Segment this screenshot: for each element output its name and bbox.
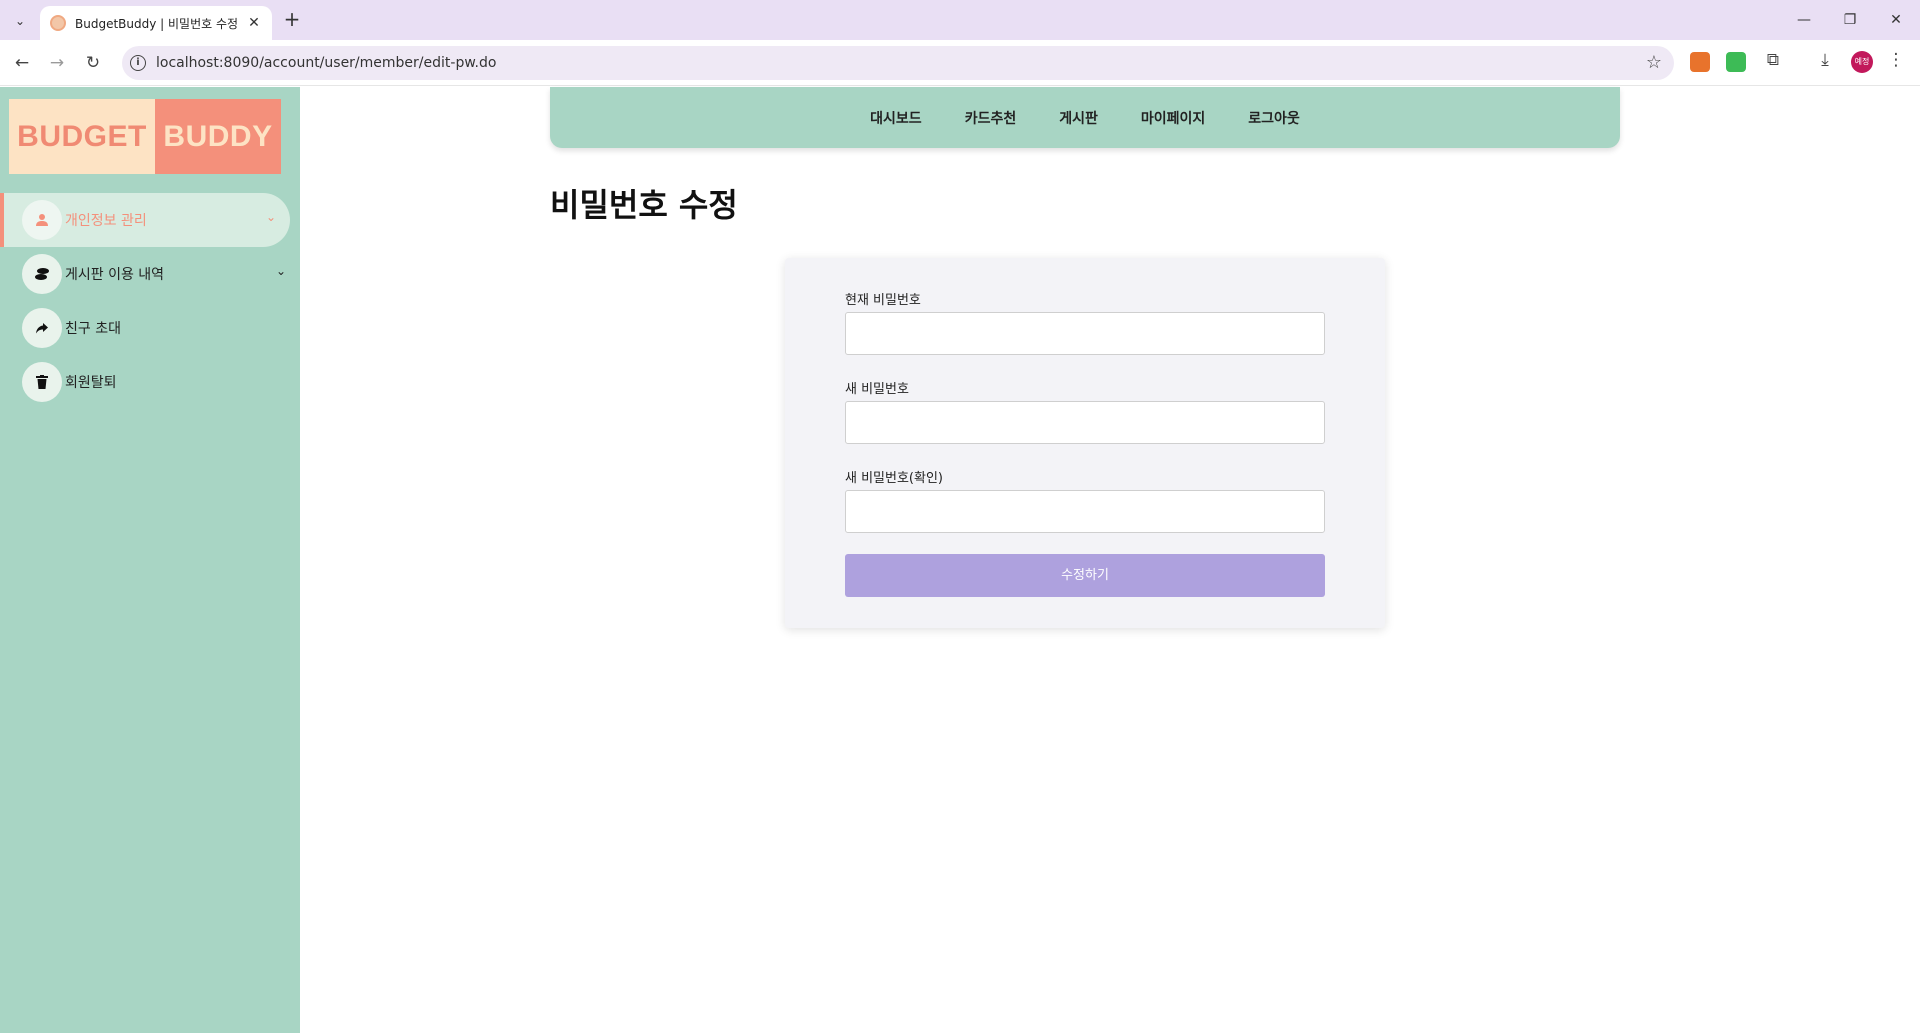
nav-mypage[interactable]: 마이페이지: [1141, 108, 1205, 128]
nav-logout[interactable]: 로그아웃: [1248, 108, 1300, 128]
back-icon[interactable]: ←: [10, 51, 34, 75]
board-icon: [22, 254, 62, 294]
minimize-icon[interactable]: —: [1788, 8, 1820, 32]
site-info-icon[interactable]: i: [130, 55, 146, 71]
menu-kebab-icon[interactable]: ⋮: [1884, 50, 1908, 70]
logo-budget: BUDGET: [9, 99, 155, 174]
browser-tab-bar: ⌄ BudgetBuddy | 비밀번호 수정 ✕ + — ❐ ✕: [0, 0, 1920, 40]
logo[interactable]: BUDGET BUDDY: [9, 99, 281, 174]
extensions-puzzle-icon[interactable]: ⧉: [1761, 50, 1785, 70]
confirm-password-label: 새 비밀번호(확인): [845, 471, 943, 486]
tab-close-icon[interactable]: ✕: [246, 15, 262, 31]
extension-orange-icon[interactable]: [1690, 52, 1710, 72]
tab-list-chevron-icon[interactable]: ⌄: [8, 9, 32, 33]
sidebar-item-label: 친구 초대: [65, 321, 121, 337]
nav-dashboard[interactable]: 대시보드: [870, 108, 922, 128]
sidebar-item-withdraw[interactable]: 회원탈퇴: [0, 355, 300, 409]
sidebar-item-label: 게시판 이용 내역: [65, 267, 165, 283]
address-bar[interactable]: i localhost:8090/account/user/member/edi…: [122, 46, 1674, 80]
trash-icon: [22, 362, 62, 402]
tab-title: BudgetBuddy | 비밀번호 수정: [75, 16, 238, 31]
new-password-label: 새 비밀번호: [845, 382, 909, 397]
reload-icon[interactable]: ↻: [81, 51, 105, 75]
bookmark-star-icon[interactable]: ☆: [1646, 52, 1662, 73]
confirm-password-input[interactable]: [845, 490, 1325, 533]
chevron-down-icon: ⌄: [275, 264, 286, 278]
user-icon: [22, 200, 62, 240]
profile-avatar[interactable]: 예정: [1851, 51, 1873, 73]
sidebar-item-label: 회원탈퇴: [65, 375, 117, 391]
nav-card-recommend[interactable]: 카드추천: [965, 108, 1017, 128]
download-icon[interactable]: ⤓: [1813, 50, 1837, 70]
top-nav: 대시보드 카드추천 게시판 마이페이지 로그아웃: [550, 87, 1620, 148]
browser-tab[interactable]: BudgetBuddy | 비밀번호 수정 ✕: [40, 6, 272, 40]
extension-green-icon[interactable]: [1726, 52, 1746, 72]
sidebar-menu: 개인정보 관리 ⌄ 게시판 이용 내역 ⌄ 친구 초대 회원탈퇴: [0, 193, 300, 409]
url-text[interactable]: localhost:8090/account/user/member/edit-…: [156, 55, 496, 71]
share-icon: [22, 308, 62, 348]
new-password-input[interactable]: [845, 401, 1325, 444]
page-viewport: BUDGET BUDDY 개인정보 관리 ⌄ 게시판 이용 내역 ⌄ 친구 초대…: [0, 87, 1920, 1033]
new-tab-icon[interactable]: +: [280, 8, 304, 32]
window-close-icon[interactable]: ✕: [1880, 8, 1912, 32]
favicon-icon: [50, 15, 66, 31]
forward-icon[interactable]: →: [45, 51, 69, 75]
submit-button[interactable]: 수정하기: [845, 554, 1325, 597]
sidebar-item-board-history[interactable]: 게시판 이용 내역 ⌄: [0, 247, 300, 301]
sidebar-item-invite-friend[interactable]: 친구 초대: [0, 301, 300, 355]
page-title: 비밀번호 수정: [550, 186, 738, 224]
current-password-input[interactable]: [845, 312, 1325, 355]
logo-buddy: BUDDY: [155, 99, 281, 174]
restore-icon[interactable]: ❐: [1834, 8, 1866, 32]
password-form: 현재 비밀번호 새 비밀번호 새 비밀번호(확인) 수정하기: [785, 258, 1385, 628]
chevron-down-icon: ⌄: [265, 210, 276, 224]
browser-toolbar: ← → ↻ i localhost:8090/account/user/memb…: [0, 40, 1920, 86]
sidebar-item-label: 개인정보 관리: [65, 213, 147, 229]
sidebar-item-personal-info[interactable]: 개인정보 관리 ⌄: [0, 193, 290, 247]
nav-board[interactable]: 게시판: [1059, 108, 1098, 128]
current-password-label: 현재 비밀번호: [845, 293, 921, 308]
sidebar: BUDGET BUDDY 개인정보 관리 ⌄ 게시판 이용 내역 ⌄ 친구 초대…: [0, 87, 300, 1033]
